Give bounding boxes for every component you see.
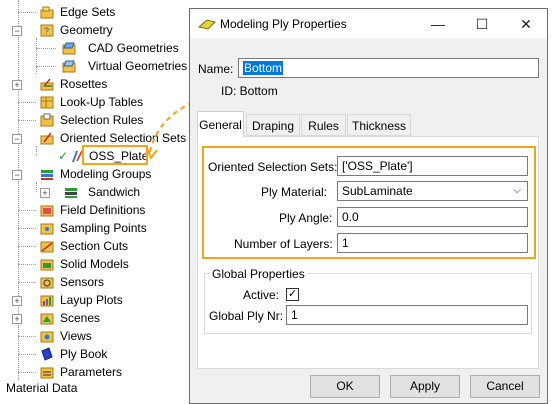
global-properties-title: Global Properties — [210, 267, 307, 281]
status-text: Material Data — [6, 381, 78, 395]
dialog-titlebar[interactable]: Modeling Ply Properties — ☐ ✕ — [190, 9, 547, 39]
geometry-icon: ? — [40, 23, 54, 37]
ply-icon — [197, 17, 216, 34]
sampling-points-icon — [40, 221, 54, 235]
solid-models-icon — [40, 257, 54, 271]
cad-geometries-icon — [62, 41, 76, 55]
edge-sets-icon — [40, 5, 54, 19]
tree-item-virtual-geometries[interactable]: Virtual Geometries — [0, 57, 190, 75]
collapse-icon[interactable]: − — [12, 170, 22, 180]
apply-button[interactable]: Apply — [390, 375, 460, 398]
name-label: Name: — [198, 62, 234, 76]
dialog-title: Modeling Ply Properties — [220, 17, 347, 31]
modeling-groups-icon — [40, 167, 54, 181]
tree-item-parameters[interactable]: Parameters — [0, 363, 190, 381]
active-checkbox[interactable]: ✓ — [286, 288, 299, 301]
oriented-selection-sets-icon — [40, 131, 54, 145]
tab-draping[interactable]: Draping — [246, 114, 300, 136]
views-icon — [40, 329, 54, 343]
lookup-tables-icon — [40, 95, 54, 109]
svg-text:?: ? — [44, 26, 49, 36]
modeling-ply-dialog: Modeling Ply Properties — ☐ ✕ Name: Bott… — [189, 8, 548, 404]
tree-item-lookup-tables[interactable]: Look-Up Tables — [0, 93, 190, 111]
tree-item-sensors[interactable]: Sensors — [0, 273, 190, 291]
tree-item-edge-sets[interactable]: Edge Sets — [0, 3, 190, 21]
expand-icon[interactable]: + — [12, 314, 22, 324]
ply-material-select[interactable]: SubLaminate ⌵ — [337, 181, 528, 201]
selection-rules-icon — [40, 113, 54, 127]
chevron-down-icon: ⌵ — [513, 185, 521, 196]
oss-label: Oriented Selection Sets: — [208, 160, 338, 174]
parameters-icon — [40, 365, 54, 379]
rosettes-icon — [40, 77, 54, 91]
collapse-icon[interactable]: − — [12, 134, 22, 144]
tree-item-field-definitions[interactable]: Field Definitions — [0, 201, 190, 219]
tree-item-rosettes[interactable]: + Rosettes — [0, 75, 190, 93]
ply-book-icon — [40, 347, 54, 361]
minimize-button[interactable]: — — [416, 9, 460, 39]
sensors-icon — [40, 275, 54, 289]
tree-item-solid-models[interactable]: Solid Models — [0, 255, 190, 273]
tree-item-sandwich[interactable]: + Sandwich — [0, 183, 190, 201]
tree-item-section-cuts[interactable]: Section Cuts — [0, 237, 190, 255]
scenes-icon — [40, 311, 54, 325]
model-tree: Edge Sets − ? Geometry CAD Geometries Vi… — [0, 0, 190, 404]
oss-field[interactable]: ['OSS_Plate'] — [337, 156, 528, 176]
cancel-button[interactable]: Cancel — [470, 375, 540, 398]
id-text: ID: Bottom — [221, 84, 278, 98]
sandwich-icon — [64, 185, 78, 199]
ok-button[interactable]: OK — [310, 375, 380, 398]
tree-item-views[interactable]: Views — [0, 327, 190, 345]
tree-item-scenes[interactable]: + Scenes — [0, 309, 190, 327]
expand-icon[interactable]: + — [12, 80, 22, 90]
global-ply-field[interactable]: 1 — [286, 305, 528, 325]
tab-thickness[interactable]: Thickness — [347, 114, 411, 136]
close-button[interactable]: ✕ — [504, 9, 548, 39]
ply-angle-label: Ply Angle: — [279, 211, 333, 225]
oss-plate-highlight — [82, 145, 148, 165]
tab-rules[interactable]: Rules — [301, 114, 346, 136]
section-cuts-icon — [40, 239, 54, 253]
expand-icon[interactable]: + — [40, 188, 50, 198]
expand-icon[interactable]: + — [12, 296, 22, 306]
active-label: Active: — [243, 288, 280, 302]
field-definitions-icon — [40, 203, 54, 217]
ply-material-label: Ply Material: — [261, 185, 328, 199]
tree-item-modeling-groups[interactable]: − Modeling Groups — [0, 165, 190, 183]
tree-item-layup-plots[interactable]: + Layup Plots — [0, 291, 190, 309]
layers-label: Number of Layers: — [234, 237, 333, 251]
ply-angle-field[interactable]: 0.0 — [337, 207, 528, 227]
maximize-button[interactable]: ☐ — [460, 9, 504, 39]
tab-general[interactable]: General — [197, 111, 244, 137]
tree-item-selection-rules[interactable]: Selection Rules — [0, 111, 190, 129]
check-icon: ✓ — [58, 149, 69, 163]
tree-item-cad-geometries[interactable]: CAD Geometries — [0, 39, 190, 57]
collapse-icon[interactable]: − — [12, 26, 22, 36]
global-ply-label: Global Ply Nr: — [209, 309, 284, 323]
tree-item-ply-book[interactable]: Ply Book — [0, 345, 190, 363]
virtual-geometries-icon — [62, 59, 76, 73]
layup-plots-icon — [40, 293, 54, 307]
tree-item-geometry[interactable]: − ? Geometry — [0, 21, 190, 39]
tree-item-sampling-points[interactable]: Sampling Points — [0, 219, 190, 237]
name-field[interactable]: Bottom — [238, 58, 539, 78]
layers-field[interactable]: 1 — [337, 233, 528, 253]
